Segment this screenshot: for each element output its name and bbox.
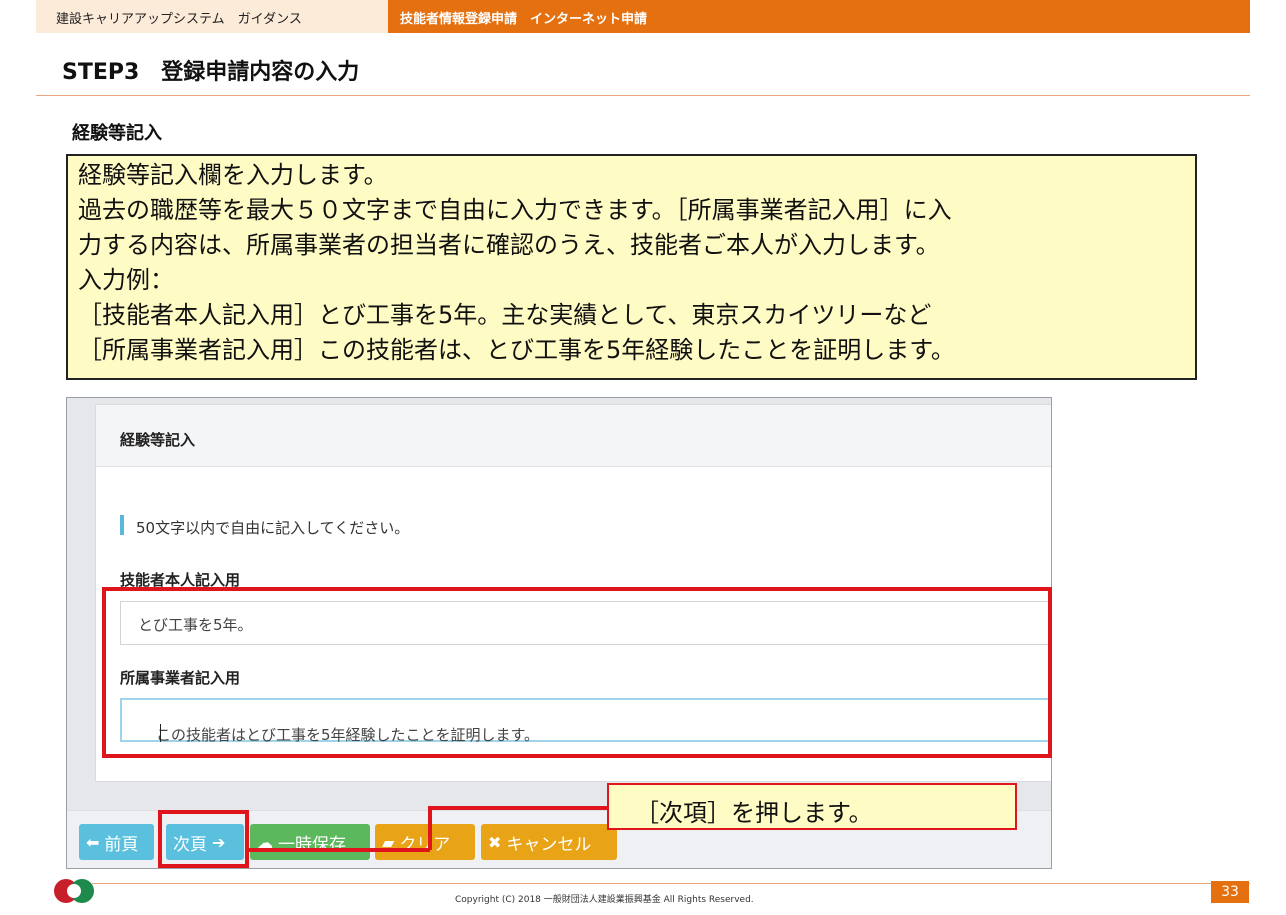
- arrow-left-icon: ⬅: [86, 832, 100, 852]
- highlight-next-button: [158, 810, 249, 868]
- save-button[interactable]: ☁ 一時保存: [250, 824, 370, 860]
- note-line: 力する内容は、所属事業者の担当者に確認のうえ、技能者ご本人が入力します。: [78, 231, 940, 259]
- cancel-button[interactable]: ✖ キャンセル: [481, 824, 617, 860]
- card-title: 経験等記入: [120, 431, 196, 449]
- section-title: 経験等記入: [72, 123, 162, 144]
- next-callout: ［次項］を押します。: [607, 783, 1017, 830]
- title-divider: [36, 95, 1250, 96]
- page-number: 33: [1211, 881, 1249, 903]
- note-line: ［技能者本人記入用］とび工事を5年。主な実績として、東京スカイツリーなど: [78, 301, 932, 329]
- highlight-input-fields: [102, 587, 1052, 758]
- clear-button[interactable]: ▰ クリア: [375, 824, 475, 860]
- card-header: 経験等記入: [96, 405, 1051, 467]
- callout-connector: [247, 848, 430, 852]
- prev-button[interactable]: ⬅ 前頁: [79, 824, 154, 860]
- note-line: 経験等記入欄を入力します。: [78, 161, 388, 189]
- page-title: STEP3 登録申請内容の入力: [62, 60, 360, 85]
- guide-tab: 建設キャリアアップシステム ガイダンス: [36, 0, 388, 33]
- callout-text: ［次項］を押します。: [635, 799, 873, 827]
- explanation-note: 経験等記入欄を入力します。 過去の職歴等を最大５０文字まで自由に入力できます。［…: [66, 154, 1197, 380]
- callout-connector: [428, 806, 432, 850]
- footer-divider: [92, 883, 1250, 884]
- note-line: 入力例：: [78, 266, 174, 294]
- copyright-text: Copyright (C) 2018 一般財団法人建設業振興基金 All Rig…: [455, 895, 754, 905]
- guide-tab-label: 建設キャリアアップシステム ガイダンス: [56, 12, 302, 27]
- info-accent-bar: [120, 515, 124, 535]
- note-line: ［所属事業者記入用］この技能者は、とび工事を5年経験したことを証明します。: [78, 336, 955, 364]
- cancel-button-label: キャンセル: [506, 834, 592, 855]
- callout-connector: [428, 806, 609, 810]
- times-icon: ✖: [488, 832, 502, 852]
- section-tab-label: 技能者情報登録申請 インターネット申請: [400, 12, 648, 27]
- prev-button-label: 前頁: [104, 834, 139, 855]
- note-line: 過去の職歴等を最大５０文字まで自由に入力できます。［所属事業者記入用］に入: [78, 196, 952, 224]
- info-text: 50文字以内で自由に記入してください。: [136, 519, 410, 537]
- organization-logo: [54, 879, 94, 903]
